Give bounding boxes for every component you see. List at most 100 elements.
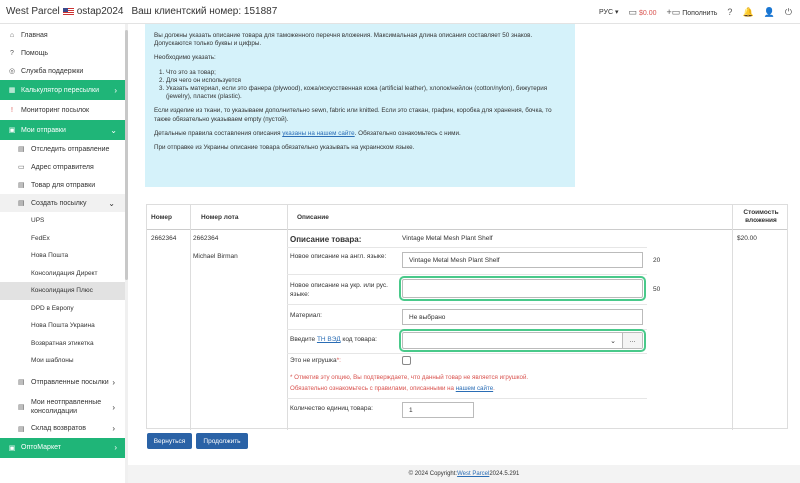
col-header-lot: Номер лота xyxy=(201,213,239,221)
ua-desc-input[interactable] xyxy=(399,276,646,301)
tnved-label-text: код товара: xyxy=(340,336,377,343)
info-paragraph: Вы должны указать описание товара для та… xyxy=(154,32,533,48)
not-toy-checkbox[interactable] xyxy=(402,356,411,365)
sidebar-item-optomarket[interactable]: ▣ ОптоМаркет › xyxy=(0,437,127,458)
top-right-controls: РУС ▾ ▭ $0.00 +▭ Пополнить ? 🔔 👤 ⏻ xyxy=(599,0,792,24)
sent-icon: ▤ xyxy=(18,379,25,386)
top-bar: West Parcel ostap2024 Ваш клиентский ном… xyxy=(0,0,800,24)
row-cost: $20.00 xyxy=(737,235,757,242)
en-desc-label: Новое описание на англ. языке: xyxy=(290,253,387,260)
tnved-select[interactable]: ⌄ … xyxy=(399,329,646,352)
chevron-right-icon: › xyxy=(112,377,115,387)
footer-text: 2024.5.291 xyxy=(489,471,520,477)
sidebar-item-ups[interactable]: UPS xyxy=(0,212,127,230)
more-icon[interactable]: … xyxy=(622,333,642,348)
row-divider xyxy=(287,398,647,399)
footer-text: © 2024 Copyright: xyxy=(408,471,458,477)
row-lot: 2662364 xyxy=(193,235,219,242)
sidebar-item-return-label[interactable]: Возвратная этикетка xyxy=(0,335,127,353)
footer-link[interactable]: West Parcel xyxy=(457,471,489,477)
cart-icon: ▣ xyxy=(8,127,16,134)
info-list-item: Что это за товар; xyxy=(166,69,566,77)
info-box: Вы должны указать описание товара для та… xyxy=(145,24,575,187)
sidebar-item-my-shipments[interactable]: ▣ Мои отправки ⌄ xyxy=(0,120,127,140)
row-number: 2662364 xyxy=(151,235,177,242)
qty-input[interactable]: 1 xyxy=(402,402,474,418)
sidebar-item-label: ОптоМаркет xyxy=(21,444,61,451)
sidebar-item-returns[interactable]: ▤ Склад возвратов › xyxy=(0,420,127,438)
sidebar-item-help[interactable]: ? Помощь xyxy=(0,44,127,62)
rules-link[interactable]: указаны на нашем сайте xyxy=(282,130,354,137)
client-number: Ваш клиентский номер: 151887 xyxy=(131,6,278,17)
site-rules-link[interactable]: нашем сайте xyxy=(456,385,493,392)
sidebar-item-sent[interactable]: ▤ Отправленные посылки › xyxy=(0,370,127,395)
bell-icon[interactable]: 🔔 xyxy=(742,7,753,18)
sidebar-item-consolidation-plus[interactable]: Консолидация Плюс xyxy=(0,282,127,300)
brand[interactable]: West Parcel ostap2024 xyxy=(6,6,123,17)
sidebar-item-consolidation-direct[interactable]: Консолидация Директ xyxy=(0,265,127,283)
sidebar-item-home[interactable]: ⌂ Главная xyxy=(0,26,127,44)
sidebar-item-fedex[interactable]: FedEx xyxy=(0,230,127,248)
sidebar-item-label: Товар для отправки xyxy=(31,181,96,189)
toy-note-text: . xyxy=(493,385,495,392)
info-paragraph: Необходимо указать: xyxy=(154,54,216,62)
language-select[interactable]: РУС ▾ xyxy=(599,8,619,16)
col-divider xyxy=(190,205,191,430)
row-divider xyxy=(287,353,647,354)
home-icon: ⌂ xyxy=(9,31,15,39)
sidebar-item-unsent[interactable]: ▤ Мои неотправленные консолидации › xyxy=(0,395,127,420)
sidebar-item-label: Служба поддержки xyxy=(21,67,84,75)
sidebar-item-track[interactable]: ▤ Отследить отправление xyxy=(0,140,127,158)
balance[interactable]: ▭ $0.00 xyxy=(629,7,657,18)
info-paragraph: При отправке из Украины описание товара … xyxy=(154,144,415,152)
sidebar-item-sender-address[interactable]: ▭ Адрес отправителя xyxy=(0,158,127,176)
items-table: Номер Номер лота Описание Стоимость влож… xyxy=(146,204,788,430)
en-desc-input[interactable]: Vintage Metal Mesh Plant Shelf xyxy=(402,252,643,268)
qty-label: Количество единиц товара: xyxy=(290,405,373,412)
info-list: Что это за товар; Для чего он использует… xyxy=(166,69,566,102)
logout-icon[interactable]: ⏻ xyxy=(785,7,792,18)
help-icon[interactable]: ? xyxy=(727,7,732,17)
material-select[interactable]: Не выбрано xyxy=(402,309,643,325)
sidebar-item-dpd[interactable]: DPD в Европу xyxy=(0,300,127,318)
toy-label-text: Это не игрушка xyxy=(290,357,337,364)
topup-button[interactable]: +▭ Пополнить xyxy=(667,7,718,18)
alert-icon: ! xyxy=(11,106,13,114)
question-icon: ? xyxy=(10,49,14,57)
header-divider xyxy=(147,229,787,230)
tnved-label-text: Введите xyxy=(290,336,317,343)
tnved-label: Введите ТН ВЭД код товара: xyxy=(290,336,400,345)
calculator-icon: ▦ xyxy=(8,87,16,94)
sidebar-item-nova-poshta[interactable]: Нова Пошта xyxy=(0,247,127,265)
sidebar-item-templates[interactable]: Мои шаблоны xyxy=(0,352,127,370)
sidebar-item-support[interactable]: ◎ Служба поддержки xyxy=(0,62,127,80)
sidebar-item-label: Отправленные посылки xyxy=(31,378,109,386)
user-icon[interactable]: 👤 xyxy=(764,7,775,18)
sidebar-item-monitoring[interactable]: ! Мониторинг посылок xyxy=(0,100,127,120)
back-button[interactable]: Вернуться xyxy=(147,433,192,449)
info-text: . Обязательно ознакомьтесь с ними. xyxy=(354,129,461,137)
sidebar-item-calculator[interactable]: ▦ Калькулятор пересылки › xyxy=(0,80,127,100)
continue-button[interactable]: Продолжить xyxy=(196,433,248,449)
ua-desc-label: Новое описание на укр. или рус. языке: xyxy=(290,282,388,298)
sidebar-item-label: Мои отправки xyxy=(21,126,66,134)
wallet-icon: ▭ xyxy=(628,6,638,17)
sidebar-item-goods[interactable]: ▤ Товар для отправки xyxy=(0,176,127,194)
sidebar-scrollbar-thumb[interactable] xyxy=(125,30,128,280)
topup-label: Пополнить xyxy=(682,9,718,17)
col-divider xyxy=(732,205,733,430)
sidebar-item-label: Адрес отправителя xyxy=(31,163,94,171)
toy-note: * Отметив эту опцию, Вы подтверждаете, ч… xyxy=(290,372,620,394)
ua-char-count: 50 xyxy=(653,286,661,293)
cart-icon: ▣ xyxy=(8,444,16,452)
tnved-link[interactable]: ТН ВЭД xyxy=(317,336,341,343)
sidebar-item-label: Мои неотправленные консолидации xyxy=(31,399,102,415)
info-paragraph: Детальные правила составления описания у… xyxy=(154,130,566,138)
info-paragraph: Если изделие из ткани, то указываем допо… xyxy=(154,107,552,123)
sidebar-item-label: Отследить отправление xyxy=(31,145,110,153)
sidebar-item-label: Главная xyxy=(21,31,48,39)
sidebar-item-nova-poshta-ukraine[interactable]: Нова Пошта Украина xyxy=(0,317,127,335)
info-list-item: Указать материал, если это фанера (plywo… xyxy=(166,85,566,101)
sidebar-item-create-parcel[interactable]: ▤ Создать посылку ⌄ xyxy=(0,194,127,212)
sidebar-item-label: Склад возвратов xyxy=(31,425,86,432)
